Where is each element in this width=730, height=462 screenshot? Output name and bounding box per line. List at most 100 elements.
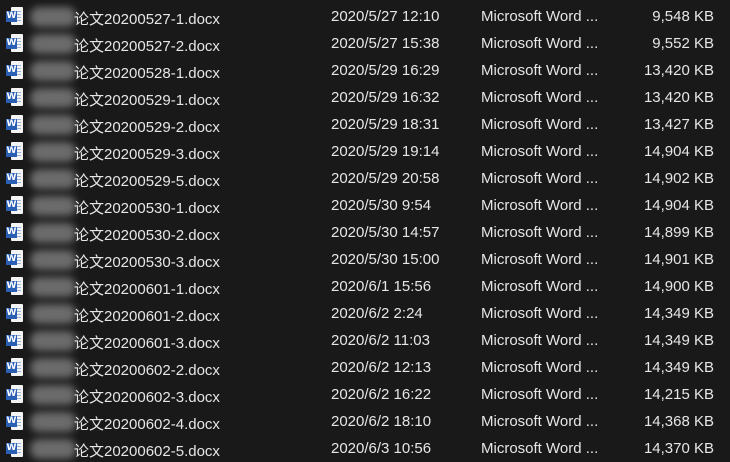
- file-type: Microsoft Word ...: [481, 440, 599, 457]
- file-type: Microsoft Word ...: [481, 197, 599, 214]
- file-row[interactable]: W 论文20200530-1.docx 2020/5/30 9:54 Micro…: [0, 192, 730, 219]
- file-date-modified: 2020/6/2 16:22: [331, 386, 432, 403]
- redacted-name-prefix: [30, 196, 76, 216]
- file-row[interactable]: W 论文20200601-1.docx 2020/6/1 15:56 Micro…: [0, 273, 730, 300]
- file-size: 13,420 KB: [643, 62, 714, 79]
- word-document-icon: W: [6, 87, 24, 107]
- file-size: 13,427 KB: [643, 116, 714, 133]
- file-date-modified: 2020/5/29 16:32: [331, 89, 440, 106]
- file-date-modified: 2020/6/1 15:56: [331, 278, 432, 295]
- redacted-name-prefix: [30, 34, 76, 54]
- redacted-name-prefix: [30, 358, 76, 378]
- file-row[interactable]: W 论文20200530-2.docx 2020/5/30 14:57 Micr…: [0, 219, 730, 246]
- file-row[interactable]: W 论文20200528-1.docx 2020/5/29 16:29 Micr…: [0, 57, 730, 84]
- word-document-icon: W: [6, 60, 24, 80]
- file-name[interactable]: 论文20200602-4.docx: [74, 413, 220, 434]
- file-type: Microsoft Word ...: [481, 62, 599, 79]
- file-size: 14,899 KB: [643, 224, 714, 241]
- redacted-name-prefix: [30, 115, 76, 135]
- redacted-name-prefix: [30, 142, 76, 162]
- file-name[interactable]: 论文20200528-1.docx: [74, 62, 220, 83]
- file-row[interactable]: W 论文20200529-2.docx 2020/5/29 18:31 Micr…: [0, 111, 730, 138]
- file-name[interactable]: 论文20200602-3.docx: [74, 386, 220, 407]
- redacted-name-prefix: [30, 439, 76, 459]
- file-row[interactable]: W 论文20200601-2.docx 2020/6/2 2:24 Micros…: [0, 300, 730, 327]
- file-size: 14,349 KB: [643, 305, 714, 322]
- file-row[interactable]: W 论文20200601-3.docx 2020/6/2 11:03 Micro…: [0, 327, 730, 354]
- word-document-icon: W: [6, 303, 24, 323]
- file-type: Microsoft Word ...: [481, 359, 599, 376]
- file-size: 14,349 KB: [643, 332, 714, 349]
- file-row[interactable]: W 论文20200527-1.docx 2020/5/27 12:10 Micr…: [0, 3, 730, 30]
- word-document-icon: W: [6, 168, 24, 188]
- word-document-icon: W: [6, 438, 24, 458]
- file-size: 14,901 KB: [643, 251, 714, 268]
- redacted-name-prefix: [30, 61, 76, 81]
- file-type: Microsoft Word ...: [481, 224, 599, 241]
- file-name[interactable]: 论文20200529-3.docx: [74, 143, 220, 164]
- file-size: 14,370 KB: [643, 440, 714, 457]
- file-date-modified: 2020/6/2 18:10: [331, 413, 432, 430]
- file-size: 14,368 KB: [643, 413, 714, 430]
- word-document-icon: W: [6, 6, 24, 26]
- file-name[interactable]: 论文20200601-1.docx: [74, 278, 220, 299]
- file-date-modified: 2020/5/30 14:57: [331, 224, 440, 241]
- file-size: 14,902 KB: [643, 170, 714, 187]
- file-list: W 论文20200527-1.docx 2020/5/27 12:10 Micr…: [0, 0, 730, 461]
- redacted-name-prefix: [30, 385, 76, 405]
- file-name[interactable]: 论文20200529-5.docx: [74, 170, 220, 191]
- file-row[interactable]: W 论文20200602-5.docx 2020/6/3 10:56 Micro…: [0, 435, 730, 462]
- redacted-name-prefix: [30, 277, 76, 297]
- file-type: Microsoft Word ...: [481, 251, 599, 268]
- file-size: 14,904 KB: [643, 197, 714, 214]
- file-row[interactable]: W 论文20200529-1.docx 2020/5/29 16:32 Micr…: [0, 84, 730, 111]
- file-name[interactable]: 论文20200529-1.docx: [74, 89, 220, 110]
- word-document-icon: W: [6, 141, 24, 161]
- file-type: Microsoft Word ...: [481, 305, 599, 322]
- file-size: 14,904 KB: [643, 143, 714, 160]
- file-row[interactable]: W 论文20200529-5.docx 2020/5/29 20:58 Micr…: [0, 165, 730, 192]
- file-date-modified: 2020/5/30 15:00: [331, 251, 440, 268]
- file-row[interactable]: W 论文20200602-2.docx 2020/6/2 12:13 Micro…: [0, 354, 730, 381]
- redacted-name-prefix: [30, 331, 76, 351]
- redacted-name-prefix: [30, 412, 76, 432]
- file-name[interactable]: 论文20200527-1.docx: [74, 8, 220, 29]
- redacted-name-prefix: [30, 250, 76, 270]
- file-name[interactable]: 论文20200602-5.docx: [74, 440, 220, 461]
- file-size: 13,420 KB: [643, 89, 714, 106]
- file-type: Microsoft Word ...: [481, 332, 599, 349]
- file-size: 14,349 KB: [643, 359, 714, 376]
- file-row[interactable]: W 论文20200529-3.docx 2020/5/29 19:14 Micr…: [0, 138, 730, 165]
- file-size: 9,548 KB: [652, 8, 714, 25]
- file-name[interactable]: 论文20200529-2.docx: [74, 116, 220, 137]
- file-row[interactable]: W 论文20200602-4.docx 2020/6/2 18:10 Micro…: [0, 408, 730, 435]
- file-row[interactable]: W 论文20200527-2.docx 2020/5/27 15:38 Micr…: [0, 30, 730, 57]
- file-size: 14,900 KB: [643, 278, 714, 295]
- redacted-name-prefix: [30, 7, 76, 27]
- file-type: Microsoft Word ...: [481, 386, 599, 403]
- redacted-name-prefix: [30, 304, 76, 324]
- file-type: Microsoft Word ...: [481, 8, 599, 25]
- word-document-icon: W: [6, 330, 24, 350]
- file-name[interactable]: 论文20200527-2.docx: [74, 35, 220, 56]
- file-row[interactable]: W 论文20200530-3.docx 2020/5/30 15:00 Micr…: [0, 246, 730, 273]
- redacted-name-prefix: [30, 223, 76, 243]
- file-date-modified: 2020/5/29 19:14: [331, 143, 440, 160]
- file-date-modified: 2020/5/27 15:38: [331, 35, 440, 52]
- file-name[interactable]: 论文20200601-3.docx: [74, 332, 220, 353]
- word-document-icon: W: [6, 276, 24, 296]
- file-name[interactable]: 论文20200530-2.docx: [74, 224, 220, 245]
- file-name[interactable]: 论文20200530-3.docx: [74, 251, 220, 272]
- file-row[interactable]: W 论文20200602-3.docx 2020/6/2 16:22 Micro…: [0, 381, 730, 408]
- file-name[interactable]: 论文20200602-2.docx: [74, 359, 220, 380]
- file-size: 14,215 KB: [643, 386, 714, 403]
- file-date-modified: 2020/6/2 12:13: [331, 359, 432, 376]
- word-document-icon: W: [6, 222, 24, 242]
- file-type: Microsoft Word ...: [481, 35, 599, 52]
- file-date-modified: 2020/6/2 2:24: [331, 305, 423, 322]
- file-type: Microsoft Word ...: [481, 143, 599, 160]
- file-name[interactable]: 论文20200601-2.docx: [74, 305, 220, 326]
- word-document-icon: W: [6, 195, 24, 215]
- file-date-modified: 2020/5/27 12:10: [331, 8, 440, 25]
- file-name[interactable]: 论文20200530-1.docx: [74, 197, 220, 218]
